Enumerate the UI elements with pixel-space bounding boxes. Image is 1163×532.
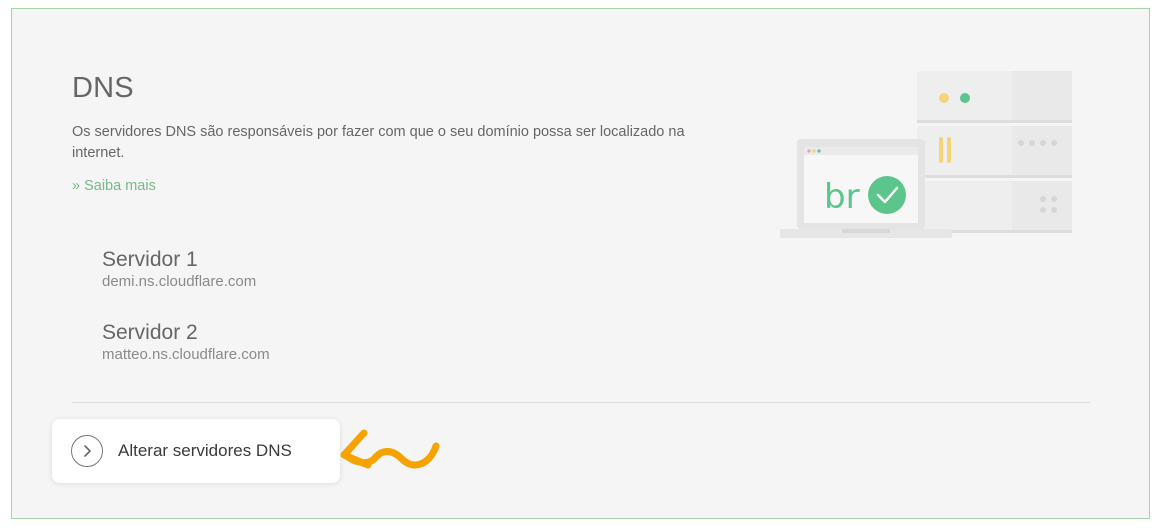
learn-more-link[interactable]: » Saiba mais: [72, 178, 156, 194]
curved-arrow-icon: [340, 429, 440, 469]
dns-description: Os servidores DNS são responsáveis por f…: [72, 124, 685, 161]
server-label: Servidor 1: [102, 248, 198, 271]
page-title: DNS: [72, 72, 134, 104]
change-dns-servers-button[interactable]: Alterar servidores DNS: [52, 419, 340, 483]
server-item-1: Servidor 1 demi.ns.cloudflare.com: [102, 248, 256, 292]
chevron-right-icon: [71, 435, 103, 467]
divider: [72, 402, 1090, 403]
change-dns-servers-label: Alterar servidores DNS: [118, 441, 292, 460]
br-logo-text: br: [824, 177, 860, 217]
server-laptop-illustration: br: [780, 71, 1072, 238]
server-host: matteo.ns.cloudflare.com: [102, 346, 270, 363]
server-host: demi.ns.cloudflare.com: [102, 273, 257, 290]
server-item-2: Servidor 2 matteo.ns.cloudflare.com: [102, 321, 270, 365]
dns-panel: DNS Os servidores DNS são responsáveis p…: [11, 8, 1150, 519]
server-label: Servidor 2: [102, 321, 198, 344]
